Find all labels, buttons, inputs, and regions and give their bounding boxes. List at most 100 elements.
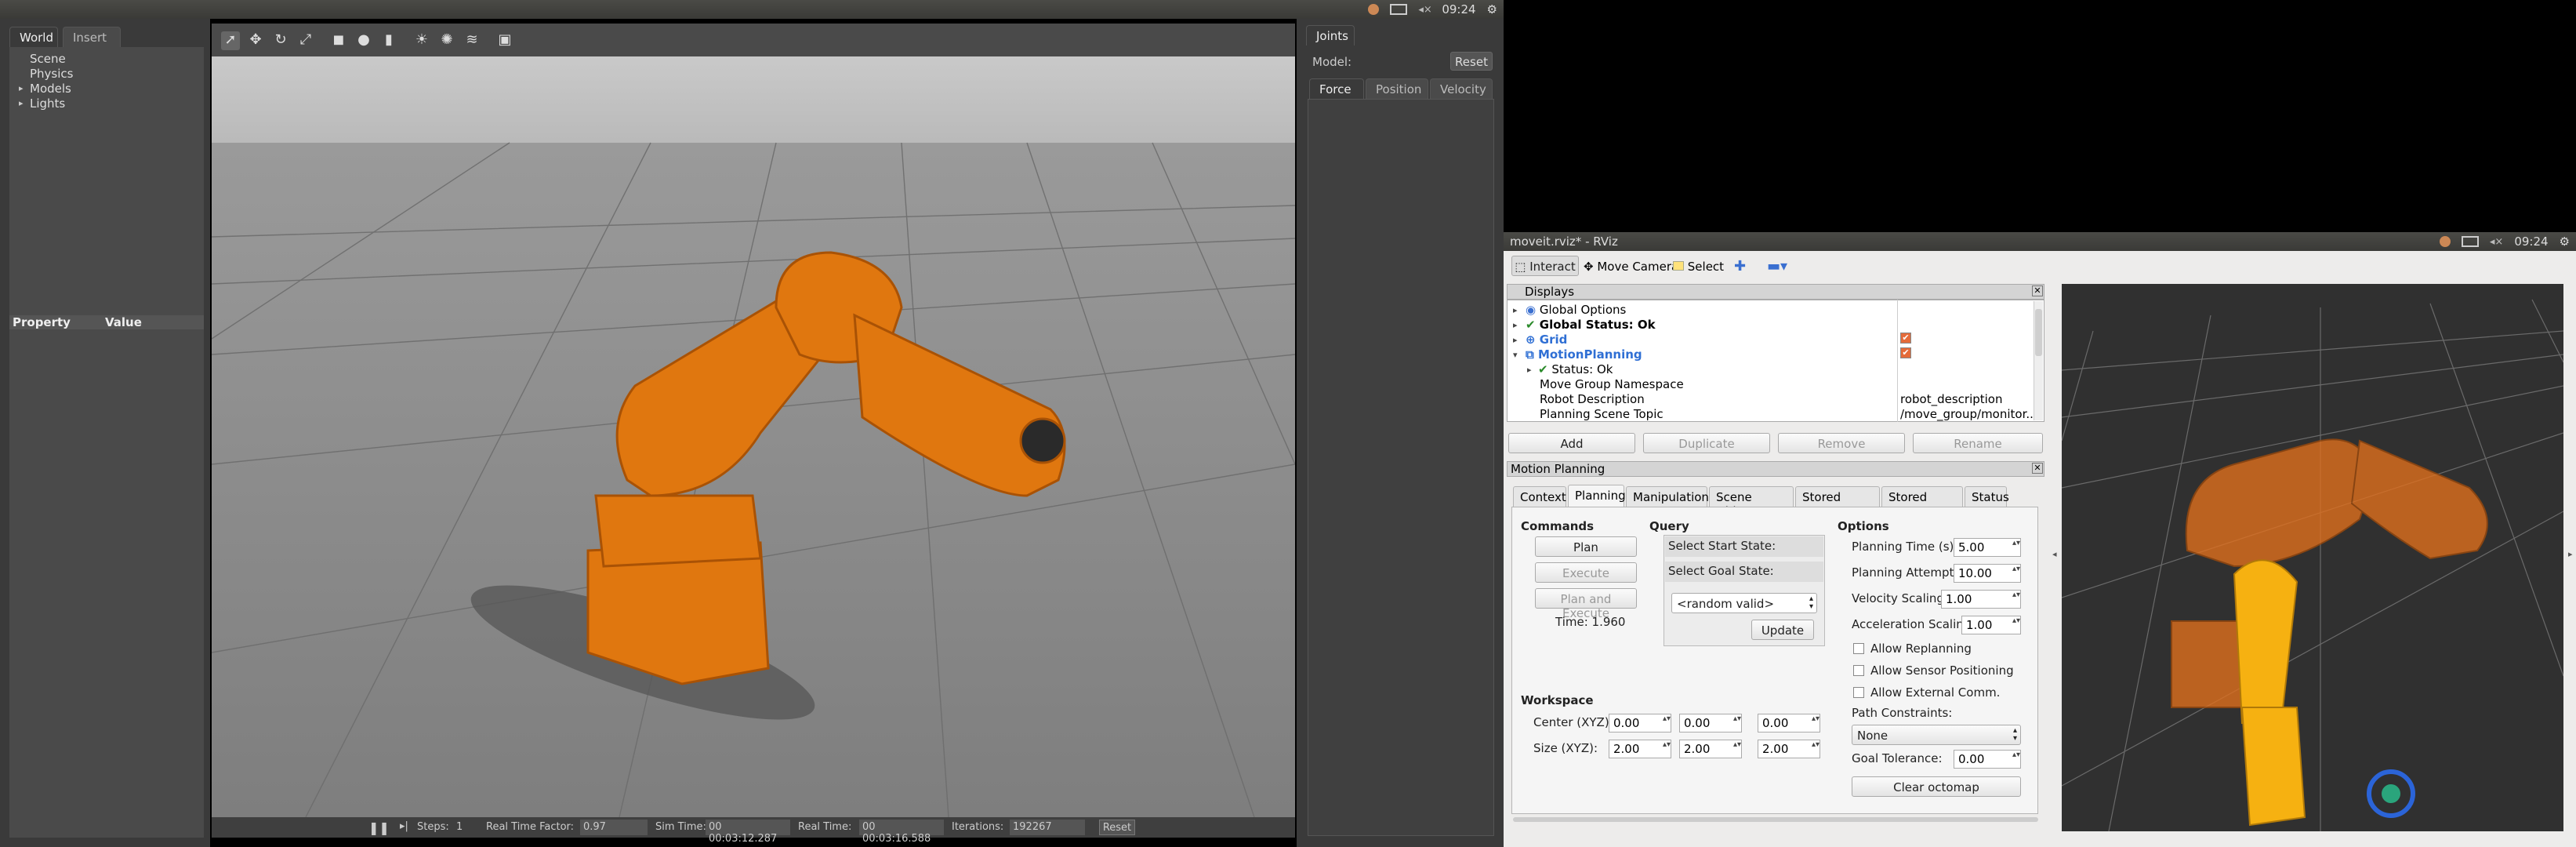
tab-stored-scenes[interactable]: Stored Scenes xyxy=(1795,486,1880,518)
global-options-row[interactable]: ◉ Global Options xyxy=(1526,303,1626,317)
allow-replanning-checkbox[interactable] xyxy=(1853,643,1864,654)
tree-scene[interactable]: Scene xyxy=(30,52,66,66)
motion-planning-row[interactable]: ⧉ MotionPlanning xyxy=(1526,347,1642,362)
tab-velocity[interactable]: Velocity xyxy=(1430,78,1493,99)
duplicate-display-button[interactable]: Duplicate xyxy=(1643,433,1770,453)
remove-display-button[interactable]: Remove xyxy=(1778,433,1905,453)
spot-light-icon[interactable]: ✺ xyxy=(437,31,456,50)
collapse-left-icon[interactable]: ◂ xyxy=(2052,549,2057,559)
goal-state-select[interactable]: <random valid> ▴ ▾ xyxy=(1671,593,1817,613)
clock[interactable]: 09:24 xyxy=(1442,2,1475,16)
tab-world[interactable]: World xyxy=(9,27,58,47)
rviz-3d-view[interactable] xyxy=(2062,284,2563,831)
select-arrow-icon[interactable]: ➚ xyxy=(221,31,240,50)
robot-description-row[interactable]: Robot Description xyxy=(1540,392,1645,406)
select-tool[interactable]: Select xyxy=(1673,260,1724,274)
tab-scene-objects[interactable]: Scene Objects xyxy=(1709,486,1794,518)
steps-value[interactable]: 1 xyxy=(456,821,463,833)
joints-reset-button[interactable]: Reset xyxy=(1450,52,1493,71)
center-z-input[interactable]: 0.00 xyxy=(1758,714,1820,732)
clear-octomap-button[interactable]: Clear octomap xyxy=(1852,776,2021,797)
motion-planning-close-icon[interactable]: ✕ xyxy=(2032,463,2043,474)
center-y-input[interactable]: 0.00 xyxy=(1679,714,1742,732)
move-group-ns-row[interactable]: Move Group Namespace xyxy=(1540,377,1684,391)
tab-status[interactable]: Status xyxy=(1965,486,2009,507)
plan-and-execute-button[interactable]: Plan and Execute xyxy=(1535,588,1637,620)
planning-time-input[interactable]: 5.00 xyxy=(1954,538,2021,557)
center-x-input[interactable]: 0.00 xyxy=(1609,714,1671,732)
select-start-state[interactable]: Select Start State: xyxy=(1665,536,1823,557)
volume-icon[interactable]: ◂× xyxy=(1418,4,1431,16)
velocity-scaling-input[interactable]: 1.00 xyxy=(1941,590,2021,609)
acceleration-scaling-input[interactable]: 1.00 xyxy=(1961,616,2021,634)
robot-description-value[interactable]: robot_description xyxy=(1900,392,2003,406)
tab-force[interactable]: Force xyxy=(1309,78,1364,99)
tab-manipulation[interactable]: Manipulation xyxy=(1626,486,1709,507)
rename-display-button[interactable]: Rename xyxy=(1913,433,2043,453)
tab-position[interactable]: Position xyxy=(1366,78,1428,99)
expand-arrow-icon[interactable]: ▸ xyxy=(19,83,24,93)
battery-icon[interactable] xyxy=(2461,236,2479,247)
move-camera-tool[interactable]: ✥ Move Camera xyxy=(1584,260,1678,274)
expand-arrow-icon[interactable]: ▸ xyxy=(19,98,24,108)
plan-button[interactable]: Plan xyxy=(1535,536,1637,557)
size-x-input[interactable]: 2.00 xyxy=(1609,740,1671,758)
size-y-input[interactable]: 2.00 xyxy=(1679,740,1742,758)
clock[interactable]: 09:24 xyxy=(2514,234,2548,249)
reset-time-button[interactable]: Reset xyxy=(1099,820,1135,835)
status-ok-row[interactable]: ✔ Status: Ok xyxy=(1538,362,1613,376)
volume-icon[interactable]: ◂× xyxy=(2490,236,2503,248)
add-display-button[interactable]: Add xyxy=(1508,433,1635,453)
point-light-icon[interactable]: ☀ xyxy=(412,31,431,50)
motion-planning-checkbox[interactable]: ✔ xyxy=(1900,347,1911,358)
displays-scrollbar[interactable] xyxy=(2034,301,2043,420)
displays-close-icon[interactable]: ✕ xyxy=(2032,285,2043,296)
grid-row[interactable]: ⊕ Grid xyxy=(1526,333,1567,347)
tab-context[interactable]: Context xyxy=(1513,486,1566,507)
allow-external-checkbox[interactable] xyxy=(1853,687,1864,698)
panel-scrollbar[interactable] xyxy=(1513,817,2038,822)
translate-icon[interactable]: ✥ xyxy=(246,31,265,50)
interact-tool[interactable]: ⬚ Interact xyxy=(1511,256,1579,276)
planning-scene-topic-row[interactable]: Planning Scene Topic xyxy=(1540,407,1664,421)
remove-tool-icon[interactable]: ▬▾ xyxy=(1767,258,1787,274)
execute-button[interactable]: Execute xyxy=(1535,562,1637,583)
rotate-icon[interactable]: ↻ xyxy=(271,31,290,50)
tree-lights[interactable]: Lights xyxy=(30,96,65,111)
allow-sensor-checkbox[interactable] xyxy=(1853,665,1864,676)
expand-arrow-icon[interactable]: ▸ xyxy=(1513,320,1518,330)
pause-icon[interactable]: ❚❚ xyxy=(368,820,390,835)
expand-arrow-icon[interactable]: ▸ xyxy=(1527,365,1532,375)
grid-checkbox[interactable]: ✔ xyxy=(1900,333,1911,344)
step-icon[interactable]: ▸| xyxy=(400,820,408,832)
update-button[interactable]: Update xyxy=(1751,620,1814,640)
expand-arrow-icon[interactable]: ▸ xyxy=(1513,335,1518,345)
tree-physics[interactable]: Physics xyxy=(30,67,73,81)
tab-joints[interactable]: Joints xyxy=(1306,25,1355,45)
collapse-right-icon[interactable]: ▸ xyxy=(2568,549,2573,559)
box-icon[interactable]: ◼ xyxy=(329,31,348,50)
global-status-row[interactable]: ✔ Global Status: Ok xyxy=(1526,318,1656,332)
path-constraints-select[interactable]: None ▴ ▾ xyxy=(1852,725,2021,745)
gazebo-3d-viewport[interactable] xyxy=(212,56,1295,817)
select-goal-state[interactable]: Select Goal State: xyxy=(1665,562,1823,582)
add-tool-icon[interactable]: ✚ xyxy=(1734,258,1746,274)
planning-scene-topic-value[interactable]: /move_group/monitor... xyxy=(1900,407,2037,421)
planning-attempts-input[interactable]: 10.00 xyxy=(1954,564,2021,583)
gear-icon[interactable]: ⚙ xyxy=(1487,2,1497,16)
tree-models[interactable]: Models xyxy=(30,82,71,96)
cylinder-icon[interactable]: ▮ xyxy=(379,31,398,50)
tab-stored-states[interactable]: Stored States xyxy=(1881,486,1963,518)
directional-light-icon[interactable]: ≋ xyxy=(463,31,481,50)
scale-icon[interactable]: ⤢ xyxy=(296,31,315,50)
network-icon[interactable] xyxy=(2439,236,2451,247)
tab-insert[interactable]: Insert xyxy=(63,27,121,47)
expand-arrow-icon[interactable]: ▸ xyxy=(1513,305,1518,315)
size-z-input[interactable]: 2.00 xyxy=(1758,740,1820,758)
goal-tolerance-input[interactable]: 0.00 xyxy=(1954,750,2021,769)
tab-planning[interactable]: Planning xyxy=(1568,485,1626,507)
battery-icon[interactable] xyxy=(1390,4,1408,15)
expand-arrow-icon[interactable]: ▾ xyxy=(1513,350,1518,360)
sphere-icon[interactable]: ● xyxy=(354,31,373,50)
network-icon[interactable] xyxy=(1368,4,1380,15)
